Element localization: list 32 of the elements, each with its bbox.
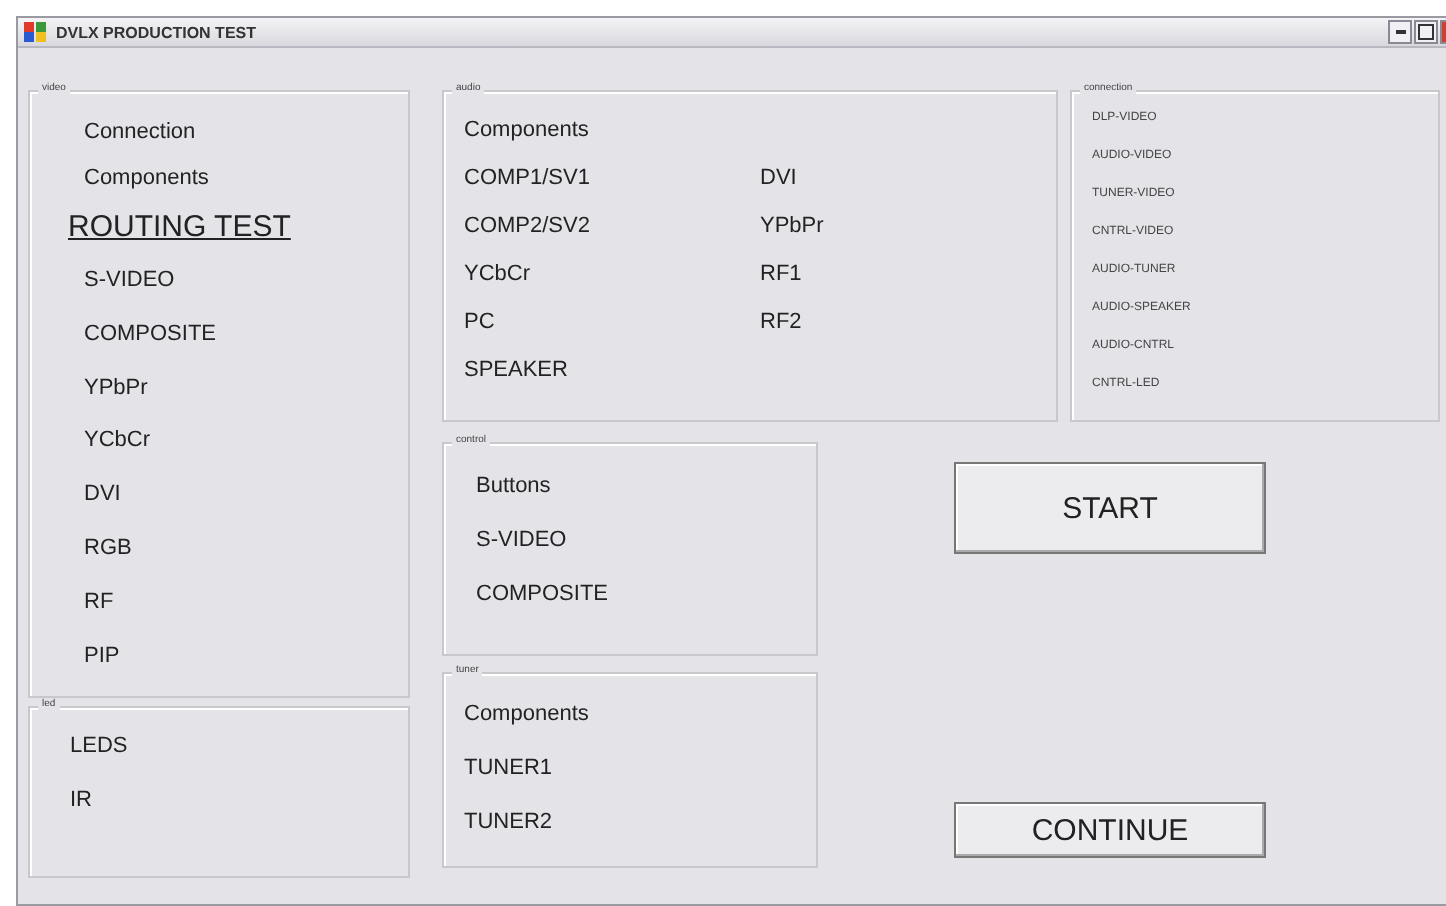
audio-item[interactable]: YCbCr [464,260,531,308]
video-item[interactable]: COMPOSITE [84,319,217,374]
video-item[interactable]: RF [84,588,114,643]
audio-item[interactable]: Components [464,116,589,164]
video-item[interactable]: RGB [84,534,132,589]
audio-item[interactable]: PC [464,308,495,356]
video-item[interactable]: Connection [84,118,196,164]
audio-item[interactable]: COMP1/SV1 [464,164,590,212]
tuner-item[interactable]: TUNER1 [464,754,553,808]
routing-heading: ROUTING TEST [68,209,291,248]
control-item[interactable]: Buttons [476,472,551,526]
start-button[interactable]: START [954,462,1266,554]
video-item[interactable]: S-VIDEO [84,265,175,320]
continue-button[interactable]: CONTINUE [954,802,1266,858]
tuner-item[interactable]: Components [464,700,589,754]
audio-item[interactable]: DVI [760,164,797,212]
video-item[interactable]: YPbPr [84,373,148,427]
audio-item[interactable]: RF1 [760,260,802,308]
window-title: DVLX PRODUCTION TEST [56,23,257,41]
control-item[interactable]: COMPOSITE [476,580,609,634]
tuner-item[interactable]: TUNER2 [464,808,553,862]
audio-item[interactable]: COMP2/SV2 [464,212,590,260]
led-item[interactable]: LEDS [70,732,128,786]
led-item[interactable]: IR [70,786,92,840]
video-item[interactable]: PIP [84,642,120,696]
audio-item[interactable]: YPbPr [760,212,824,260]
video-item[interactable]: DVI [84,480,121,535]
audio-item[interactable]: SPEAKER [464,356,568,404]
video-item[interactable]: YCbCr [84,426,151,481]
control-item[interactable]: S-VIDEO [476,526,567,580]
video-item[interactable]: Components [84,163,209,210]
audio-item[interactable]: RF2 [760,308,802,356]
